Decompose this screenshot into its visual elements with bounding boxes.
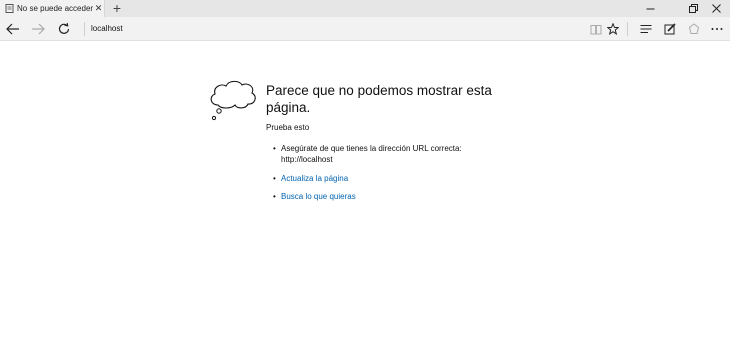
thought-cloud-icon: [210, 80, 256, 121]
close-icon: [711, 4, 721, 13]
web-note-button[interactable]: [661, 20, 679, 38]
hub-button[interactable]: [637, 20, 655, 38]
navigation-bar: localhost: [0, 17, 730, 41]
tab-active[interactable]: No se puede acceder a l ✕: [0, 0, 105, 17]
bullet: •: [273, 174, 276, 183]
address-separator: [84, 22, 85, 36]
error-title: Parece que no podemos mostrar esta págin…: [266, 83, 492, 115]
address-bar[interactable]: localhost: [91, 23, 571, 35]
forward-button[interactable]: [29, 20, 47, 38]
forward-icon: [32, 23, 45, 35]
minimize-button[interactable]: [636, 0, 664, 17]
tab-bar: No se puede acceder a l ✕ +: [0, 0, 730, 17]
web-note-icon: [664, 23, 676, 35]
more-icon: [711, 28, 723, 30]
bullet: •: [273, 144, 276, 153]
toolbar-separator: [627, 22, 628, 36]
reading-view-icon: [590, 24, 602, 34]
share-button[interactable]: [685, 20, 703, 38]
list-item: • Busca lo que quieras: [273, 191, 513, 202]
browser-window: No se puede acceder a l ✕ +: [0, 0, 730, 340]
suggestion-check-url: Asegúrate de que tienes la dirección URL…: [281, 144, 462, 153]
refresh-button[interactable]: [55, 20, 73, 38]
search-link[interactable]: Busca lo que quieras: [281, 192, 356, 201]
new-tab-button[interactable]: +: [110, 1, 124, 15]
back-button[interactable]: [4, 20, 22, 38]
minimize-icon: [646, 8, 654, 10]
more-button[interactable]: [708, 20, 726, 38]
bullet: •: [273, 192, 276, 201]
list-item: • Asegúrate de que tienes la dirección U…: [273, 143, 513, 165]
back-icon: [6, 23, 19, 35]
refresh-icon: [58, 23, 70, 34]
suggestions-list: • Asegúrate de que tienes la dirección U…: [273, 143, 513, 202]
try-this-heading: Prueba esto: [266, 123, 310, 132]
list-item: • Actualiza la página: [273, 173, 513, 184]
close-window-button[interactable]: [702, 0, 730, 17]
favorite-star-icon: [607, 23, 619, 35]
restore-icon: [688, 4, 698, 14]
share-icon: [688, 23, 700, 34]
page-icon: [5, 4, 14, 13]
favorite-button[interactable]: [604, 20, 622, 38]
tab-close-icon[interactable]: ✕: [94, 3, 103, 14]
reading-view-button[interactable]: [587, 20, 605, 38]
tab-title: No se puede acceder a l: [17, 4, 93, 13]
hub-icon: [640, 25, 652, 33]
suggestion-url-value: http://localhost: [281, 155, 333, 164]
refresh-page-link[interactable]: Actualiza la página: [281, 174, 348, 183]
